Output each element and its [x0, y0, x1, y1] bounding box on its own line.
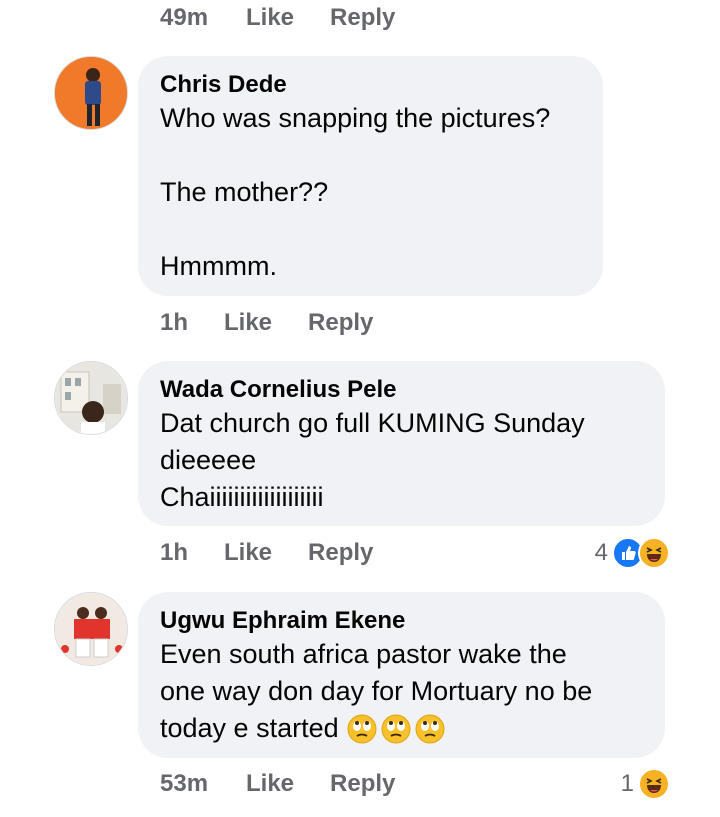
reaction-summary[interactable]: 4 — [595, 535, 670, 571]
comment-text-line: dieeeee — [160, 445, 257, 475]
comment-text-line: Who was snapping the pictures? — [160, 103, 551, 133]
like-link[interactable]: Like — [224, 309, 272, 337]
comment-timestamp: 49m — [160, 4, 209, 31]
like-link[interactable]: Like — [224, 539, 272, 567]
comment-bubble: Wada Cornelius Pele Dat church go full K… — [138, 361, 665, 526]
reply-link[interactable]: Reply — [308, 309, 373, 337]
reaction-count: 1 — [620, 770, 634, 797]
comment-meta-row: 53m Like Reply 1 — [160, 766, 670, 802]
comment-text-line — [160, 137, 581, 174]
rolling-eyes-icon — [415, 714, 445, 744]
comment-meta-row: 49m Like Reply — [160, 0, 670, 36]
comment-timestamp: 53m — [160, 770, 209, 797]
comment-author[interactable]: Wada Cornelius Pele — [160, 375, 643, 405]
comment-text-line: Even south africa pastor wake the — [160, 639, 567, 669]
comment-bubble: Chris Dede Who was snapping the pictures… — [138, 56, 603, 296]
comment-timestamp: 1h — [160, 309, 189, 336]
avatar[interactable] — [54, 361, 128, 435]
reply-link[interactable]: Reply — [308, 539, 373, 567]
rolling-eyes-icon — [347, 714, 377, 744]
reply-link[interactable]: Reply — [330, 4, 395, 32]
comment-text-line: today e started — [160, 710, 643, 747]
haha-icon — [638, 537, 670, 569]
like-link[interactable]: Like — [246, 4, 294, 32]
reply-link[interactable]: Reply — [330, 770, 395, 798]
comment-bubble: Ugwu Ephraim Ekene Even south africa pas… — [138, 592, 665, 758]
comment-timestamp: 1h — [160, 539, 189, 566]
comment-text-line: one way don day for Mortuary no be — [160, 676, 593, 706]
avatar[interactable] — [54, 592, 128, 666]
comment-text-line: Dat church go full KUMING Sunday — [160, 408, 585, 438]
comment-author[interactable]: Chris Dede — [160, 70, 581, 100]
comment-text: today e started — [160, 713, 339, 743]
reaction-summary[interactable]: 1 — [621, 766, 670, 802]
comment-meta-row: 1h Like Reply — [160, 305, 670, 341]
reaction-count: 4 — [594, 539, 608, 566]
comment-author[interactable]: Ugwu Ephraim Ekene — [160, 606, 643, 636]
comment-text-line: The mother?? — [160, 177, 329, 207]
avatar[interactable] — [54, 56, 128, 130]
comment-meta-row: 1h Like Reply 4 — [160, 535, 670, 571]
comment-text-line — [160, 211, 581, 248]
comment-text-line: Chaiiiiiiiiiiiiiiiiiii — [160, 482, 324, 512]
rolling-eyes-icon — [381, 714, 411, 744]
comment-text-line: Hmmmm. — [160, 251, 277, 281]
haha-icon — [638, 768, 670, 800]
like-link[interactable]: Like — [246, 770, 294, 798]
